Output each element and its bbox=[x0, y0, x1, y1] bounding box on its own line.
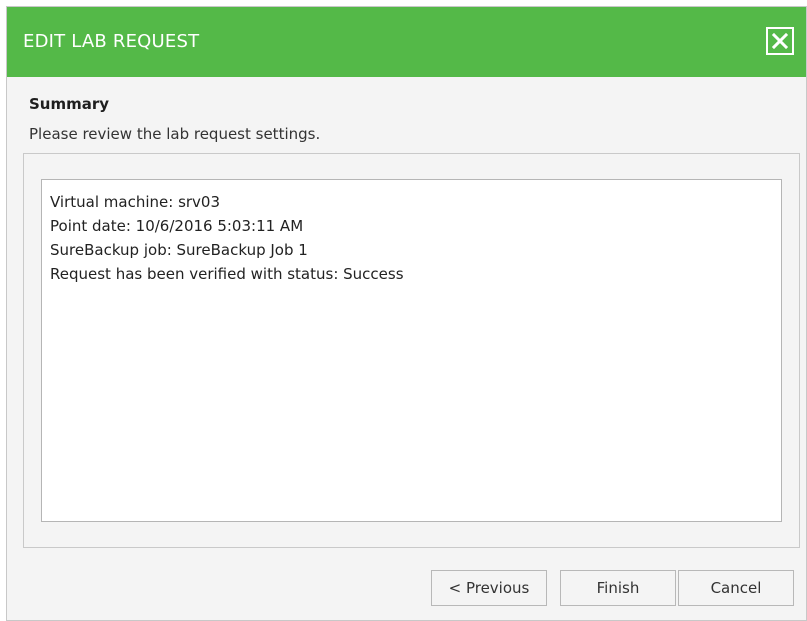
step-heading: Summary bbox=[29, 95, 110, 113]
edit-lab-request-dialog: EDIT LAB REQUEST Summary Please review t… bbox=[6, 6, 807, 621]
summary-line-vm: Virtual machine: srv03 bbox=[50, 193, 221, 211]
summary-textbox[interactable]: Virtual machine: srv03 Point date: 10/6/… bbox=[41, 179, 782, 522]
close-button[interactable] bbox=[766, 27, 794, 55]
summary-line-job: SureBackup job: SureBackup Job 1 bbox=[50, 241, 308, 259]
dialog-title: EDIT LAB REQUEST bbox=[23, 31, 200, 52]
summary-line-status: Request has been verified with status: S… bbox=[50, 265, 404, 283]
previous-button[interactable]: < Previous bbox=[431, 570, 547, 606]
summary-group: Virtual machine: srv03 Point date: 10/6/… bbox=[23, 153, 800, 548]
dialog-titlebar: EDIT LAB REQUEST bbox=[7, 7, 806, 77]
close-icon bbox=[772, 33, 788, 49]
step-description: Please review the lab request settings. bbox=[29, 125, 321, 143]
finish-button[interactable]: Finish bbox=[560, 570, 676, 606]
summary-line-point-date: Point date: 10/6/2016 5:03:11 AM bbox=[50, 217, 304, 235]
cancel-button[interactable]: Cancel bbox=[678, 570, 794, 606]
